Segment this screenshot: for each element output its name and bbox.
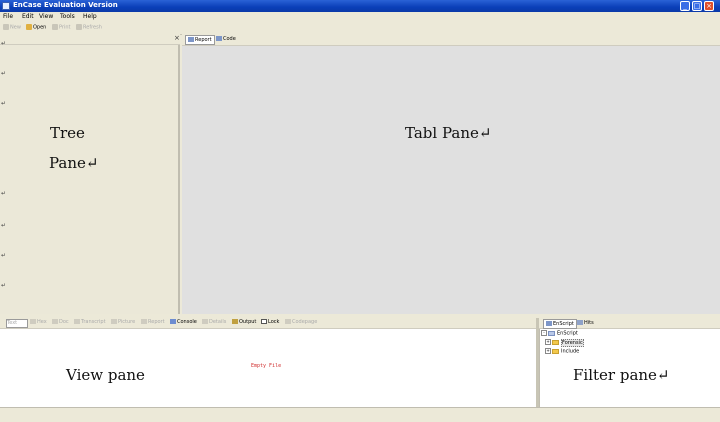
title-bar: EnCase Evaluation Version _ □ ×	[0, 0, 720, 12]
checkbox-icon	[261, 319, 267, 324]
paragraph-mark: ↵	[1, 100, 7, 107]
print-icon	[52, 24, 58, 30]
tree-node-enscript[interactable]: - EnScript	[541, 330, 578, 337]
paragraph-mark: ↵	[1, 282, 7, 289]
tree-node-forensic[interactable]: + Forensic	[545, 338, 584, 347]
empty-file-label: Empty File	[251, 363, 282, 369]
tab-picture[interactable]: Picture	[111, 319, 135, 325]
tab-details[interactable]: Details	[202, 319, 226, 325]
tab-hits[interactable]: Hits	[575, 319, 596, 327]
open-button[interactable]: Open	[26, 24, 46, 31]
report-icon	[141, 319, 147, 324]
folder-icon	[548, 330, 555, 336]
report-icon	[188, 37, 194, 42]
tab-code[interactable]: Code	[214, 35, 238, 43]
tree-node-include[interactable]: + Include	[545, 348, 579, 355]
tab-text[interactable]: Text	[6, 319, 28, 328]
tab-console[interactable]: Console	[170, 319, 197, 325]
tab-hex[interactable]: Hex	[30, 319, 47, 325]
hex-icon	[30, 319, 36, 324]
tree-pane[interactable]	[0, 35, 180, 314]
tab-doc[interactable]: Doc	[52, 319, 69, 325]
tab-report[interactable]: Report	[185, 35, 215, 45]
folder-icon	[552, 348, 559, 354]
filter-pane-annotation: Filter pane↵	[573, 366, 670, 384]
menu-bar: File Edit View Tools Help	[0, 12, 720, 22]
paragraph-mark: ↵	[1, 222, 7, 229]
menu-view[interactable]: View	[39, 13, 53, 20]
details-icon	[202, 319, 208, 324]
lock-toggle[interactable]: Lock	[261, 319, 279, 325]
menu-tools[interactable]: Tools	[60, 13, 75, 20]
doc-icon	[52, 319, 58, 324]
tree-pane-header: ×	[0, 34, 180, 45]
view-pane-annotation: View pane	[66, 366, 145, 384]
table-pane[interactable]	[182, 35, 720, 314]
maximize-button[interactable]: □	[692, 1, 702, 11]
codepage-icon	[285, 319, 291, 324]
paragraph-mark: ↵	[1, 70, 7, 77]
open-folder-icon	[26, 24, 32, 30]
new-button[interactable]: New	[3, 24, 21, 31]
expand-icon[interactable]: +	[545, 348, 551, 354]
folder-icon	[552, 339, 559, 345]
tab-report-view[interactable]: Report	[141, 319, 165, 325]
tab-enscript[interactable]: EnScript	[543, 319, 577, 329]
table-pane-tabs: Report Code	[182, 34, 720, 46]
code-icon	[216, 36, 222, 41]
print-button[interactable]: Print	[52, 24, 71, 31]
paragraph-mark: ↵	[1, 40, 7, 47]
expand-icon[interactable]: +	[545, 339, 551, 345]
tree-pane-annotation-line1: Tree	[50, 124, 85, 142]
status-bar	[0, 407, 720, 422]
search-icon	[577, 320, 583, 325]
window-title: EnCase Evaluation Version	[13, 1, 118, 9]
table-pane-annotation: Tabl Pane↵	[405, 124, 492, 142]
console-icon	[170, 319, 176, 324]
tab-transcript[interactable]: Transcript	[74, 319, 106, 325]
view-pane-tabs: Text Hex Doc Transcript Picture Report C…	[0, 318, 536, 329]
refresh-icon	[76, 24, 82, 30]
output-icon	[232, 319, 238, 324]
menu-edit[interactable]: Edit	[22, 13, 34, 20]
picture-icon	[111, 319, 117, 324]
close-button[interactable]: ×	[704, 1, 714, 11]
close-tree-pane-icon[interactable]: ×	[174, 34, 180, 42]
minimize-button[interactable]: _	[680, 1, 690, 11]
menu-help[interactable]: Help	[83, 13, 97, 20]
collapse-icon[interactable]: -	[541, 330, 547, 336]
paragraph-mark: ↵	[1, 252, 7, 259]
filter-pane-tabs: EnScript Hits	[539, 318, 720, 329]
tab-output[interactable]: Output	[232, 319, 256, 325]
paragraph-mark: ↵	[1, 190, 7, 197]
new-icon	[3, 24, 9, 30]
enscript-icon	[546, 321, 552, 326]
app-icon	[2, 2, 10, 10]
tree-pane-annotation-line2: Pane↵	[49, 154, 99, 172]
tab-codepage[interactable]: Codepage	[285, 319, 317, 325]
transcript-icon	[74, 319, 80, 324]
refresh-button[interactable]: Refresh	[76, 24, 102, 31]
menu-file[interactable]: File	[3, 13, 13, 20]
